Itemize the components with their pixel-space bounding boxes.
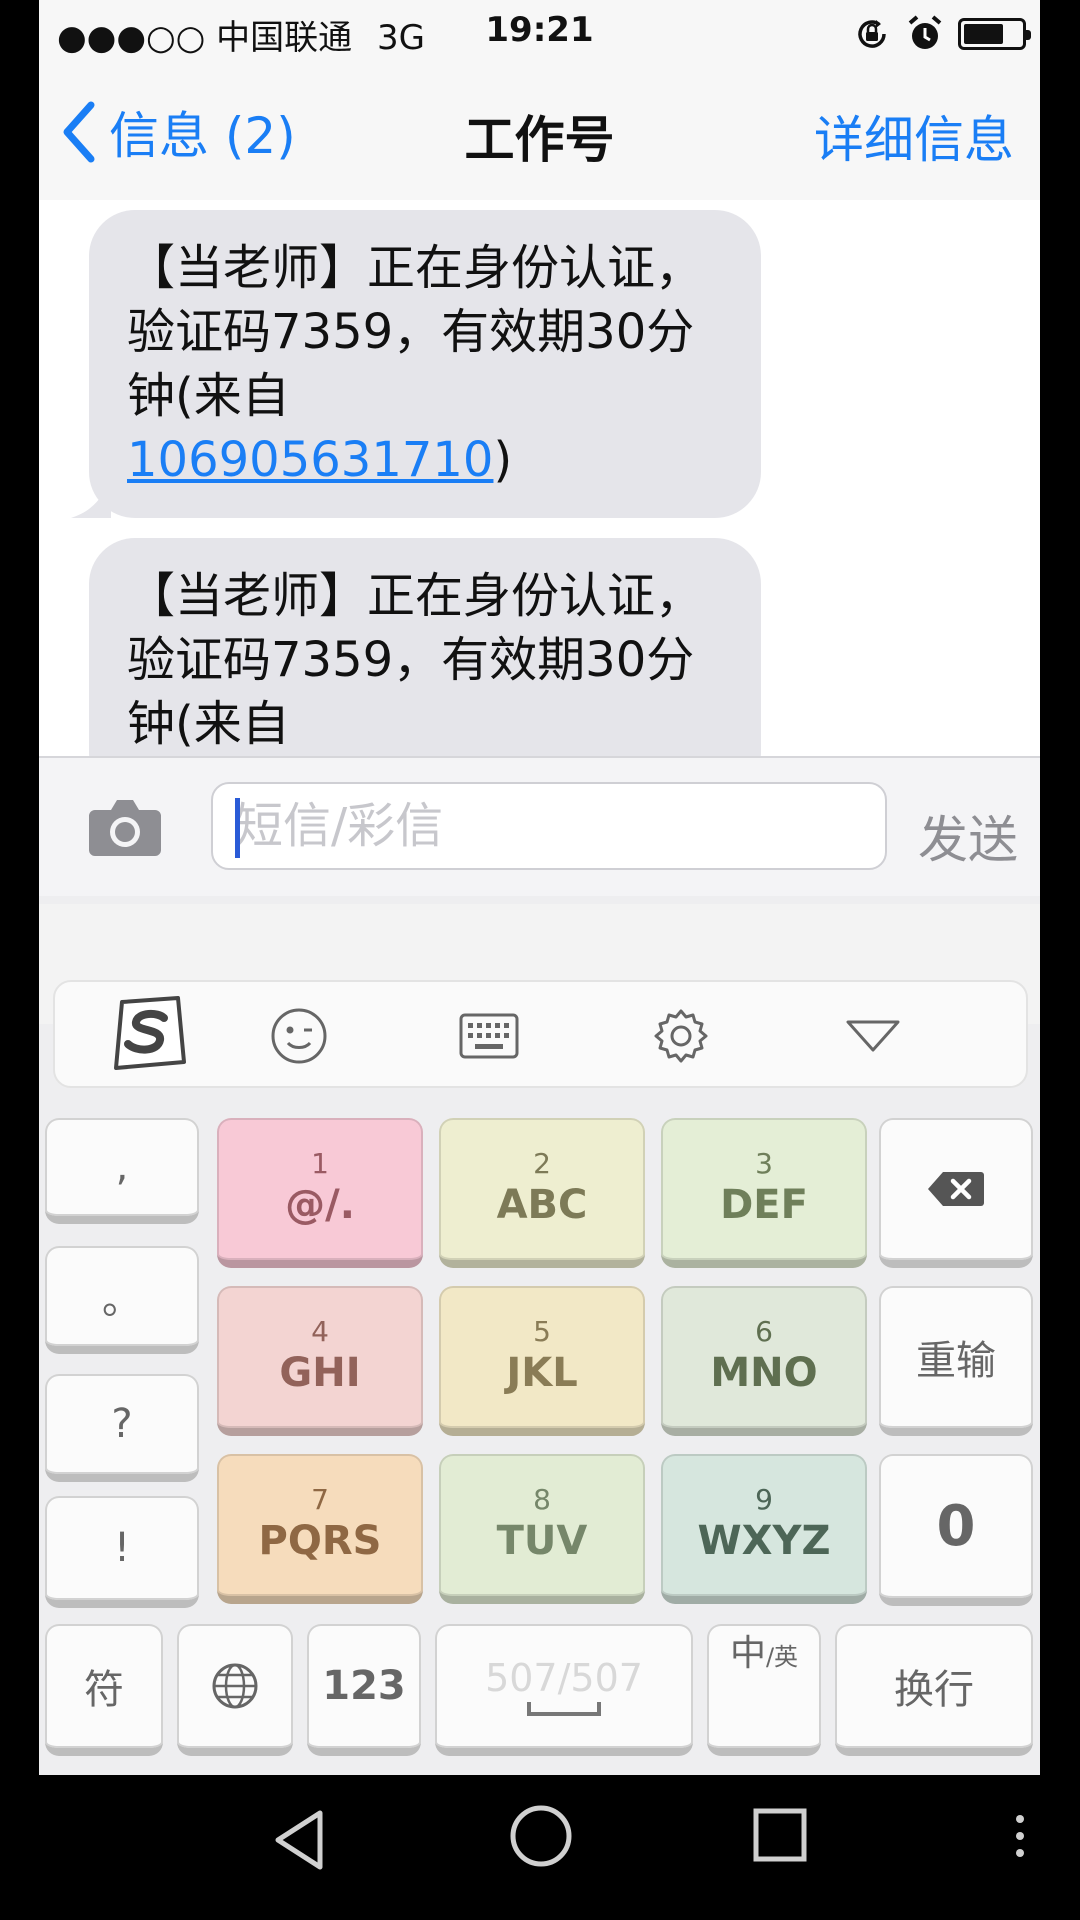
recents-square-icon[interactable] [752, 1805, 808, 1865]
emoji-icon[interactable] [259, 1006, 339, 1066]
symbol-key[interactable]: 符 [45, 1624, 163, 1756]
key-1[interactable]: 1 @/. [217, 1118, 423, 1268]
key-letters: PQRS [258, 1518, 382, 1564]
message-suffix: ) [493, 432, 513, 488]
message-input[interactable] [213, 784, 885, 868]
space-key[interactable]: 507/507 [435, 1624, 693, 1756]
key-number: 2 [533, 1147, 551, 1180]
key-5[interactable]: 5 JKL [439, 1286, 645, 1436]
back-triangle-icon[interactable] [270, 1805, 330, 1875]
phone-screen: ●●●○○ 中国联通 3G 19:21 信息 (2) 工作号 详细信息 【当老师… [39, 0, 1040, 1775]
key-number: 4 [311, 1315, 329, 1348]
key-number: 5 [533, 1315, 551, 1348]
key-letters: WXYZ [697, 1518, 831, 1564]
status-bar: ●●●○○ 中国联通 3G 19:21 [39, 0, 1040, 62]
enter-key[interactable]: 换行 [835, 1624, 1033, 1756]
zero-key[interactable]: 0 [879, 1454, 1033, 1606]
more-options-icon[interactable] [1012, 1811, 1028, 1861]
key-9[interactable]: 9 WXYZ [661, 1454, 867, 1604]
backspace-icon [928, 1172, 984, 1206]
punct-key-question[interactable]: ? [45, 1374, 199, 1482]
keyboard: , 。 ? ! 1 @/. 2 ABC 3 DEF 4 GHI 5 JKL 6 MNO 7 PQRS 8 TU… [39, 896, 1040, 1775]
collapse-keyboard-icon[interactable] [833, 1006, 913, 1066]
sogou-logo-icon[interactable] [103, 994, 193, 1074]
text-cursor [235, 798, 240, 858]
triangle-down-svg [846, 1020, 900, 1052]
punct-key-period[interactable]: 。 [45, 1246, 199, 1354]
camera-icon[interactable] [85, 796, 165, 860]
details-button[interactable]: 详细信息 [814, 100, 1014, 172]
space-counter: 507/507 [485, 1656, 643, 1700]
gear-icon[interactable] [641, 1006, 721, 1066]
phone-number-link[interactable]: 106905631710 [127, 432, 493, 488]
status-icons [852, 14, 1031, 54]
number-mode-key[interactable]: 123 [307, 1624, 421, 1756]
key-6[interactable]: 6 MNO [661, 1286, 867, 1436]
send-button[interactable]: 发送 [918, 800, 1018, 872]
navigation-bar: 信息 (2) 工作号 详细信息 [39, 62, 1040, 202]
punct-key-comma[interactable]: , [45, 1118, 199, 1224]
bubble-tail [71, 478, 111, 518]
key-letters: TUV [496, 1518, 588, 1564]
key-letters: MNO [710, 1350, 818, 1396]
compose-bar: 发送 [39, 756, 1040, 898]
message-text: 【当老师】正在身份认证，验证码7359，有效期30分钟(来自 [127, 240, 704, 424]
key-letters: ABC [496, 1182, 588, 1228]
rotation-lock-icon [858, 20, 886, 48]
space-bar-icon [527, 1702, 601, 1716]
key-number: 1 [311, 1147, 329, 1180]
message-text: 【当老师】正在身份认证，验证码7359，有效期30分钟(来自 [127, 568, 704, 752]
key-number: 7 [311, 1483, 329, 1516]
globe-key[interactable] [177, 1624, 293, 1756]
key-number: 3 [755, 1147, 773, 1180]
keyboard-toolbar [53, 980, 1028, 1088]
reset-key[interactable]: 重输 [879, 1286, 1033, 1436]
system-navigation-bar [0, 1775, 1080, 1920]
delete-key[interactable] [879, 1118, 1033, 1268]
battery-icon [958, 18, 1031, 50]
key-number: 6 [755, 1315, 773, 1348]
key-4[interactable]: 4 GHI [217, 1286, 423, 1436]
key-8[interactable]: 8 TUV [439, 1454, 645, 1604]
key-letters: DEF [720, 1182, 808, 1228]
punct-key-exclaim[interactable]: ! [45, 1496, 199, 1608]
message-bubble[interactable]: 【当老师】正在身份认证，验证码7359，有效期30分钟(来自 106905631… [71, 210, 761, 518]
gear-svg [654, 1009, 708, 1063]
key-letters: @/. [285, 1182, 355, 1228]
keyboard-svg [459, 1013, 519, 1059]
key-number: 8 [533, 1483, 551, 1516]
key-letters: JKL [506, 1350, 578, 1396]
sogou-logo-icon-svg [114, 996, 186, 1070]
alarm-icon [908, 15, 942, 49]
key-7[interactable]: 7 PQRS [217, 1454, 423, 1604]
message-input-field[interactable] [211, 782, 887, 870]
message-bubble[interactable]: 【当老师】正在身份认证，验证码7359，有效期30分钟(来自 [89, 538, 761, 756]
lang-sub: /英 [765, 1643, 799, 1671]
key-3[interactable]: 3 DEF [661, 1118, 867, 1268]
message-list[interactable]: 【当老师】正在身份认证，验证码7359，有效期30分钟(来自 106905631… [39, 200, 1040, 756]
key-number: 9 [755, 1483, 773, 1516]
key-letters: GHI [279, 1350, 361, 1396]
home-circle-icon[interactable] [508, 1803, 574, 1869]
language-switch-key[interactable]: 中/英 [707, 1624, 821, 1756]
key-2[interactable]: 2 ABC [439, 1118, 645, 1268]
emoji-face-svg [271, 1008, 327, 1064]
keyboard-icon[interactable] [449, 1006, 529, 1066]
globe-icon [212, 1663, 258, 1709]
lang-main: 中 [729, 1633, 766, 1674]
